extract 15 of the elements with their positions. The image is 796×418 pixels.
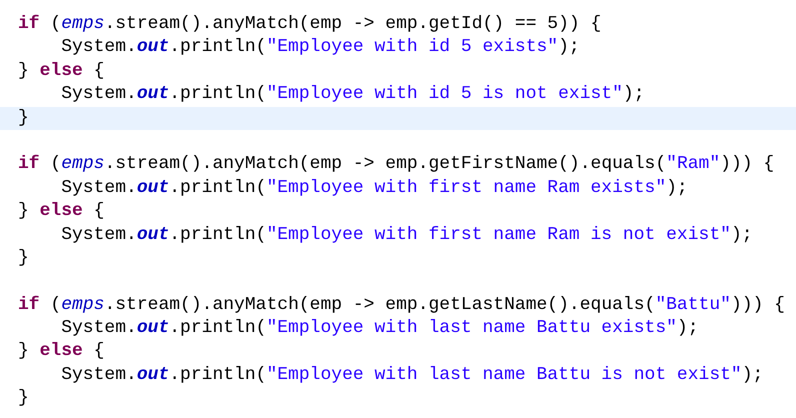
code-line: if (emps.stream().anyMatch(emp -> emp.getId() == 5)) {: [18, 14, 602, 34]
code-line: }: [18, 248, 29, 268]
code-line: System.out.println("Employee with id 5 exists");: [60, 37, 580, 58]
code-line: } else {: [18, 341, 104, 362]
code-line: }: [18, 388, 29, 408]
code-line: } else {: [18, 201, 104, 222]
code-line: if (emps.stream().anyMatch(emp -> emp.getFirstName().equals("Ram"))) {: [18, 154, 774, 174]
code-line: System.out.println("Employee with id 5 is not exist");: [60, 84, 645, 104]
code-line: } else {: [18, 60, 104, 81]
code-line: System.out.println("Employee with first name Ram is not exist");: [60, 224, 753, 245]
code-line: System.out.println("Employee with last name Battu is not exist");: [60, 364, 764, 385]
code-line: System.out.println("Employee with last name Battu exists");: [60, 318, 699, 338]
code-line: }: [18, 108, 29, 128]
code-line: if (emps.stream().anyMatch(emp -> emp.getLastName().equals("Battu"))) {: [18, 294, 785, 315]
code-line: System.out.println("Employee with first name Ram exists");: [60, 178, 688, 198]
